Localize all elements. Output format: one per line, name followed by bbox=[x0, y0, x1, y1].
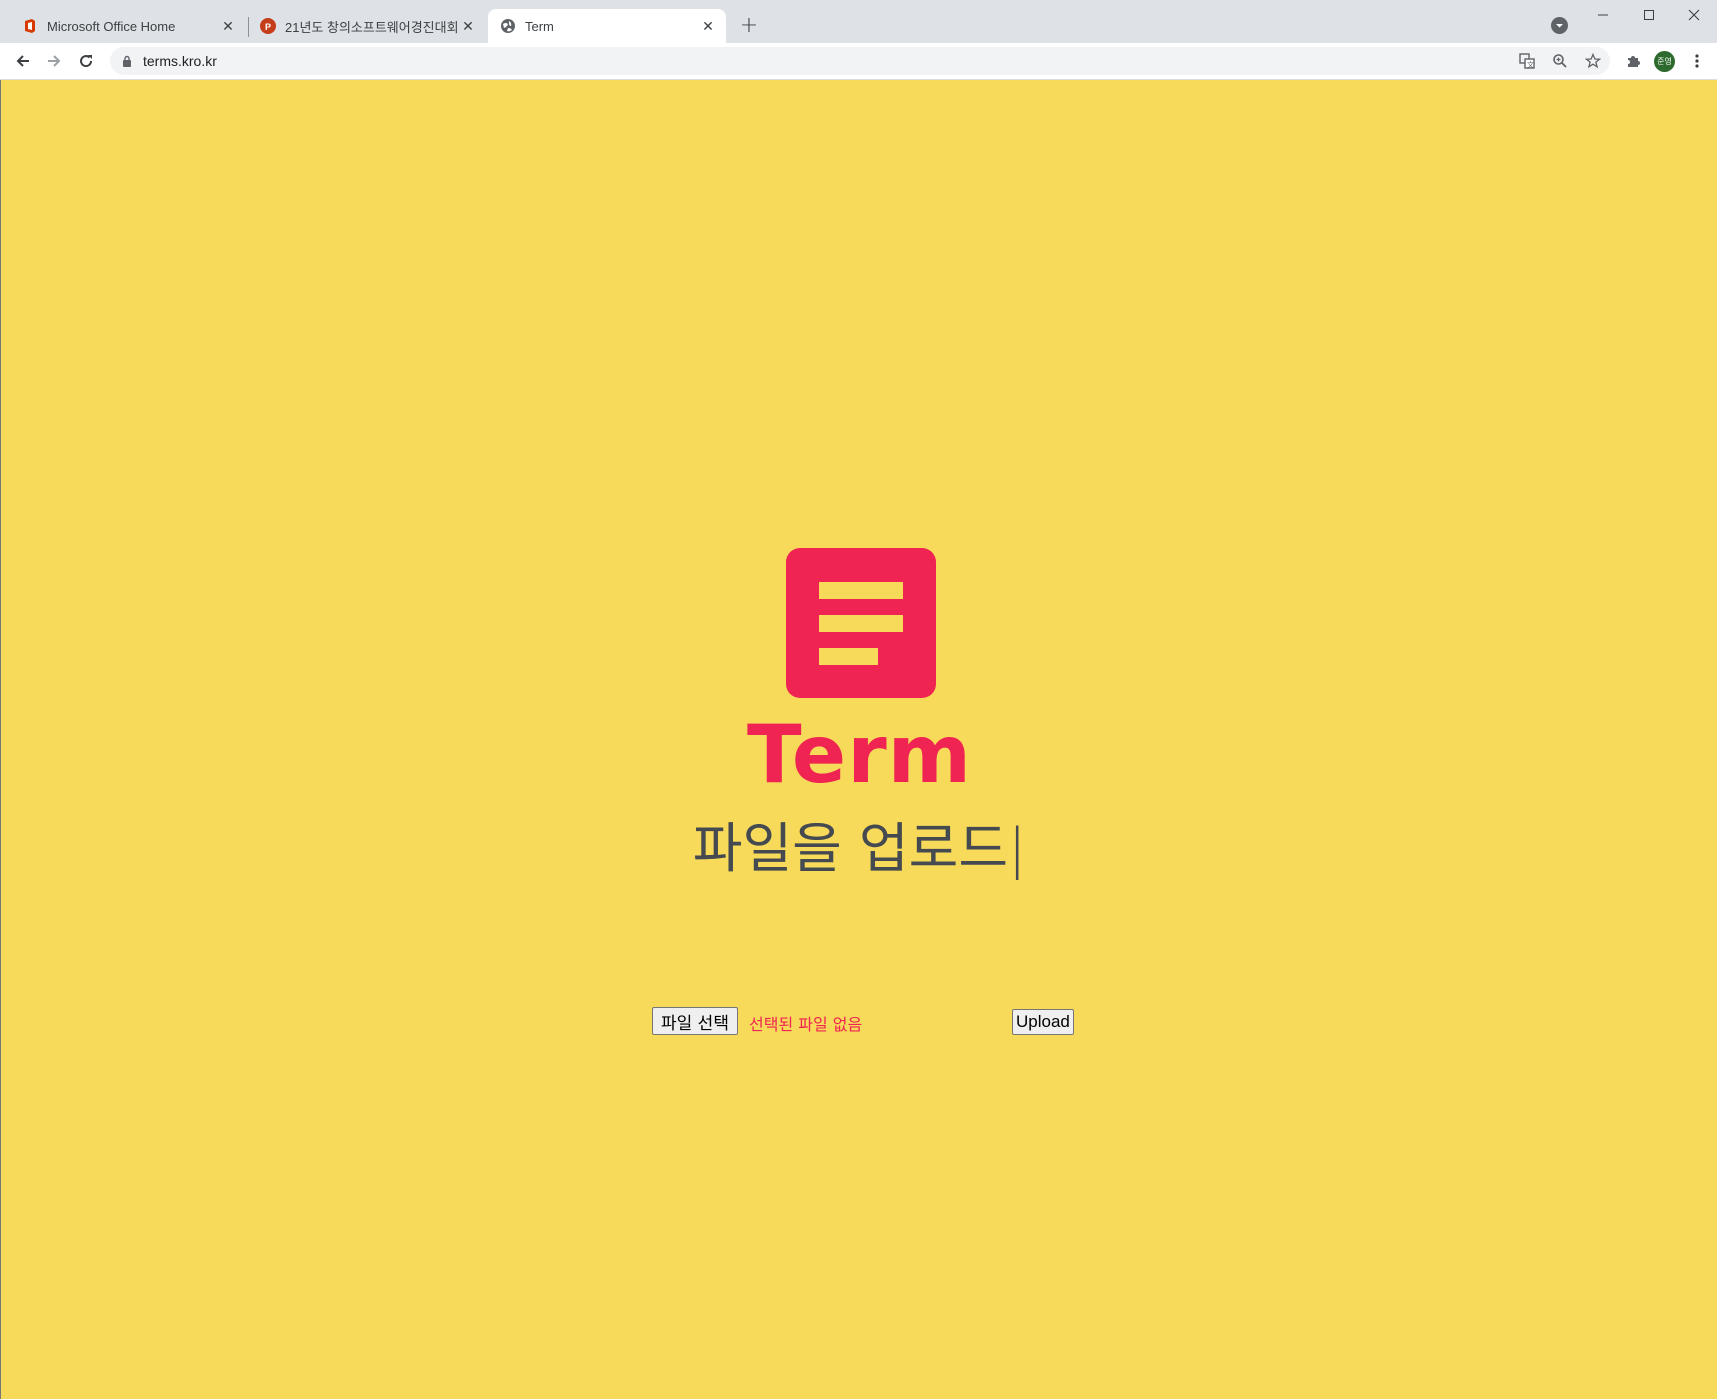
brand-title: Term bbox=[746, 708, 972, 801]
tab-term[interactable]: Term ✕ bbox=[488, 9, 726, 43]
upload-form: 파일 선택 선택된 파일 없음 Upload bbox=[652, 1007, 1074, 1035]
tab-title: Term bbox=[525, 18, 554, 34]
globe-icon bbox=[501, 19, 515, 33]
url-text: terms.kro.kr bbox=[143, 53, 217, 69]
svg-text:P: P bbox=[265, 22, 271, 32]
lock-icon[interactable] bbox=[122, 55, 132, 67]
typing-caret: | bbox=[1008, 817, 1027, 880]
forward-icon[interactable] bbox=[41, 48, 67, 74]
browser-toolbar: terms.kro.kr 文 준영 bbox=[0, 43, 1717, 80]
back-icon[interactable] bbox=[10, 48, 36, 74]
profile-avatar[interactable]: 준영 bbox=[1654, 51, 1675, 72]
maximize-icon[interactable] bbox=[1626, 0, 1672, 30]
tab-microsoft-office[interactable]: Microsoft Office Home ✕ bbox=[0, 9, 246, 43]
subtitle-text: 파일을 업로드 bbox=[692, 817, 1009, 880]
tab-search-icon[interactable] bbox=[1551, 17, 1568, 34]
file-status-text: 선택된 파일 없음 bbox=[749, 1015, 863, 1034]
translate-icon[interactable]: 文 bbox=[1518, 52, 1536, 70]
logo-bar bbox=[819, 582, 903, 599]
logo-bar bbox=[819, 615, 903, 632]
tab-title: Microsoft Office Home bbox=[47, 18, 176, 34]
typing-subtitle: 파일을 업로드| bbox=[1, 804, 1717, 883]
tab-strip: Microsoft Office Home ✕ P 21년도 창의소프트웨어경진… bbox=[0, 0, 1717, 43]
office-icon bbox=[25, 19, 35, 33]
menu-kebab-icon[interactable] bbox=[1684, 48, 1710, 74]
upload-button[interactable]: Upload bbox=[1012, 1009, 1074, 1035]
new-tab-button[interactable]: + bbox=[738, 13, 760, 38]
close-tab-icon[interactable]: ✕ bbox=[700, 18, 716, 34]
zoom-icon[interactable] bbox=[1551, 52, 1569, 70]
logo-bar bbox=[819, 648, 878, 665]
address-bar[interactable]: terms.kro.kr 文 bbox=[110, 47, 1610, 75]
minimize-icon[interactable] bbox=[1580, 0, 1626, 30]
term-logo-icon bbox=[786, 548, 936, 698]
close-tab-icon[interactable]: ✕ bbox=[220, 18, 236, 34]
tab-powerpoint[interactable]: P 21년도 창의소프트웨어경진대회 ✕ bbox=[240, 9, 486, 43]
choose-file-button[interactable]: 파일 선택 bbox=[652, 1007, 738, 1035]
close-tab-icon[interactable]: ✕ bbox=[460, 18, 476, 34]
reload-icon[interactable] bbox=[73, 48, 99, 74]
svg-text:文: 文 bbox=[1527, 60, 1534, 69]
close-window-icon[interactable] bbox=[1671, 0, 1717, 30]
tab-title: 21년도 창의소프트웨어경진대회 bbox=[285, 19, 459, 35]
powerpoint-icon: P bbox=[260, 18, 276, 34]
extensions-icon[interactable] bbox=[1620, 48, 1646, 74]
page-body: Term 파일을 업로드| 파일 선택 선택된 파일 없음 Upload bbox=[0, 80, 1717, 1399]
bookmark-star-icon[interactable] bbox=[1584, 52, 1602, 70]
